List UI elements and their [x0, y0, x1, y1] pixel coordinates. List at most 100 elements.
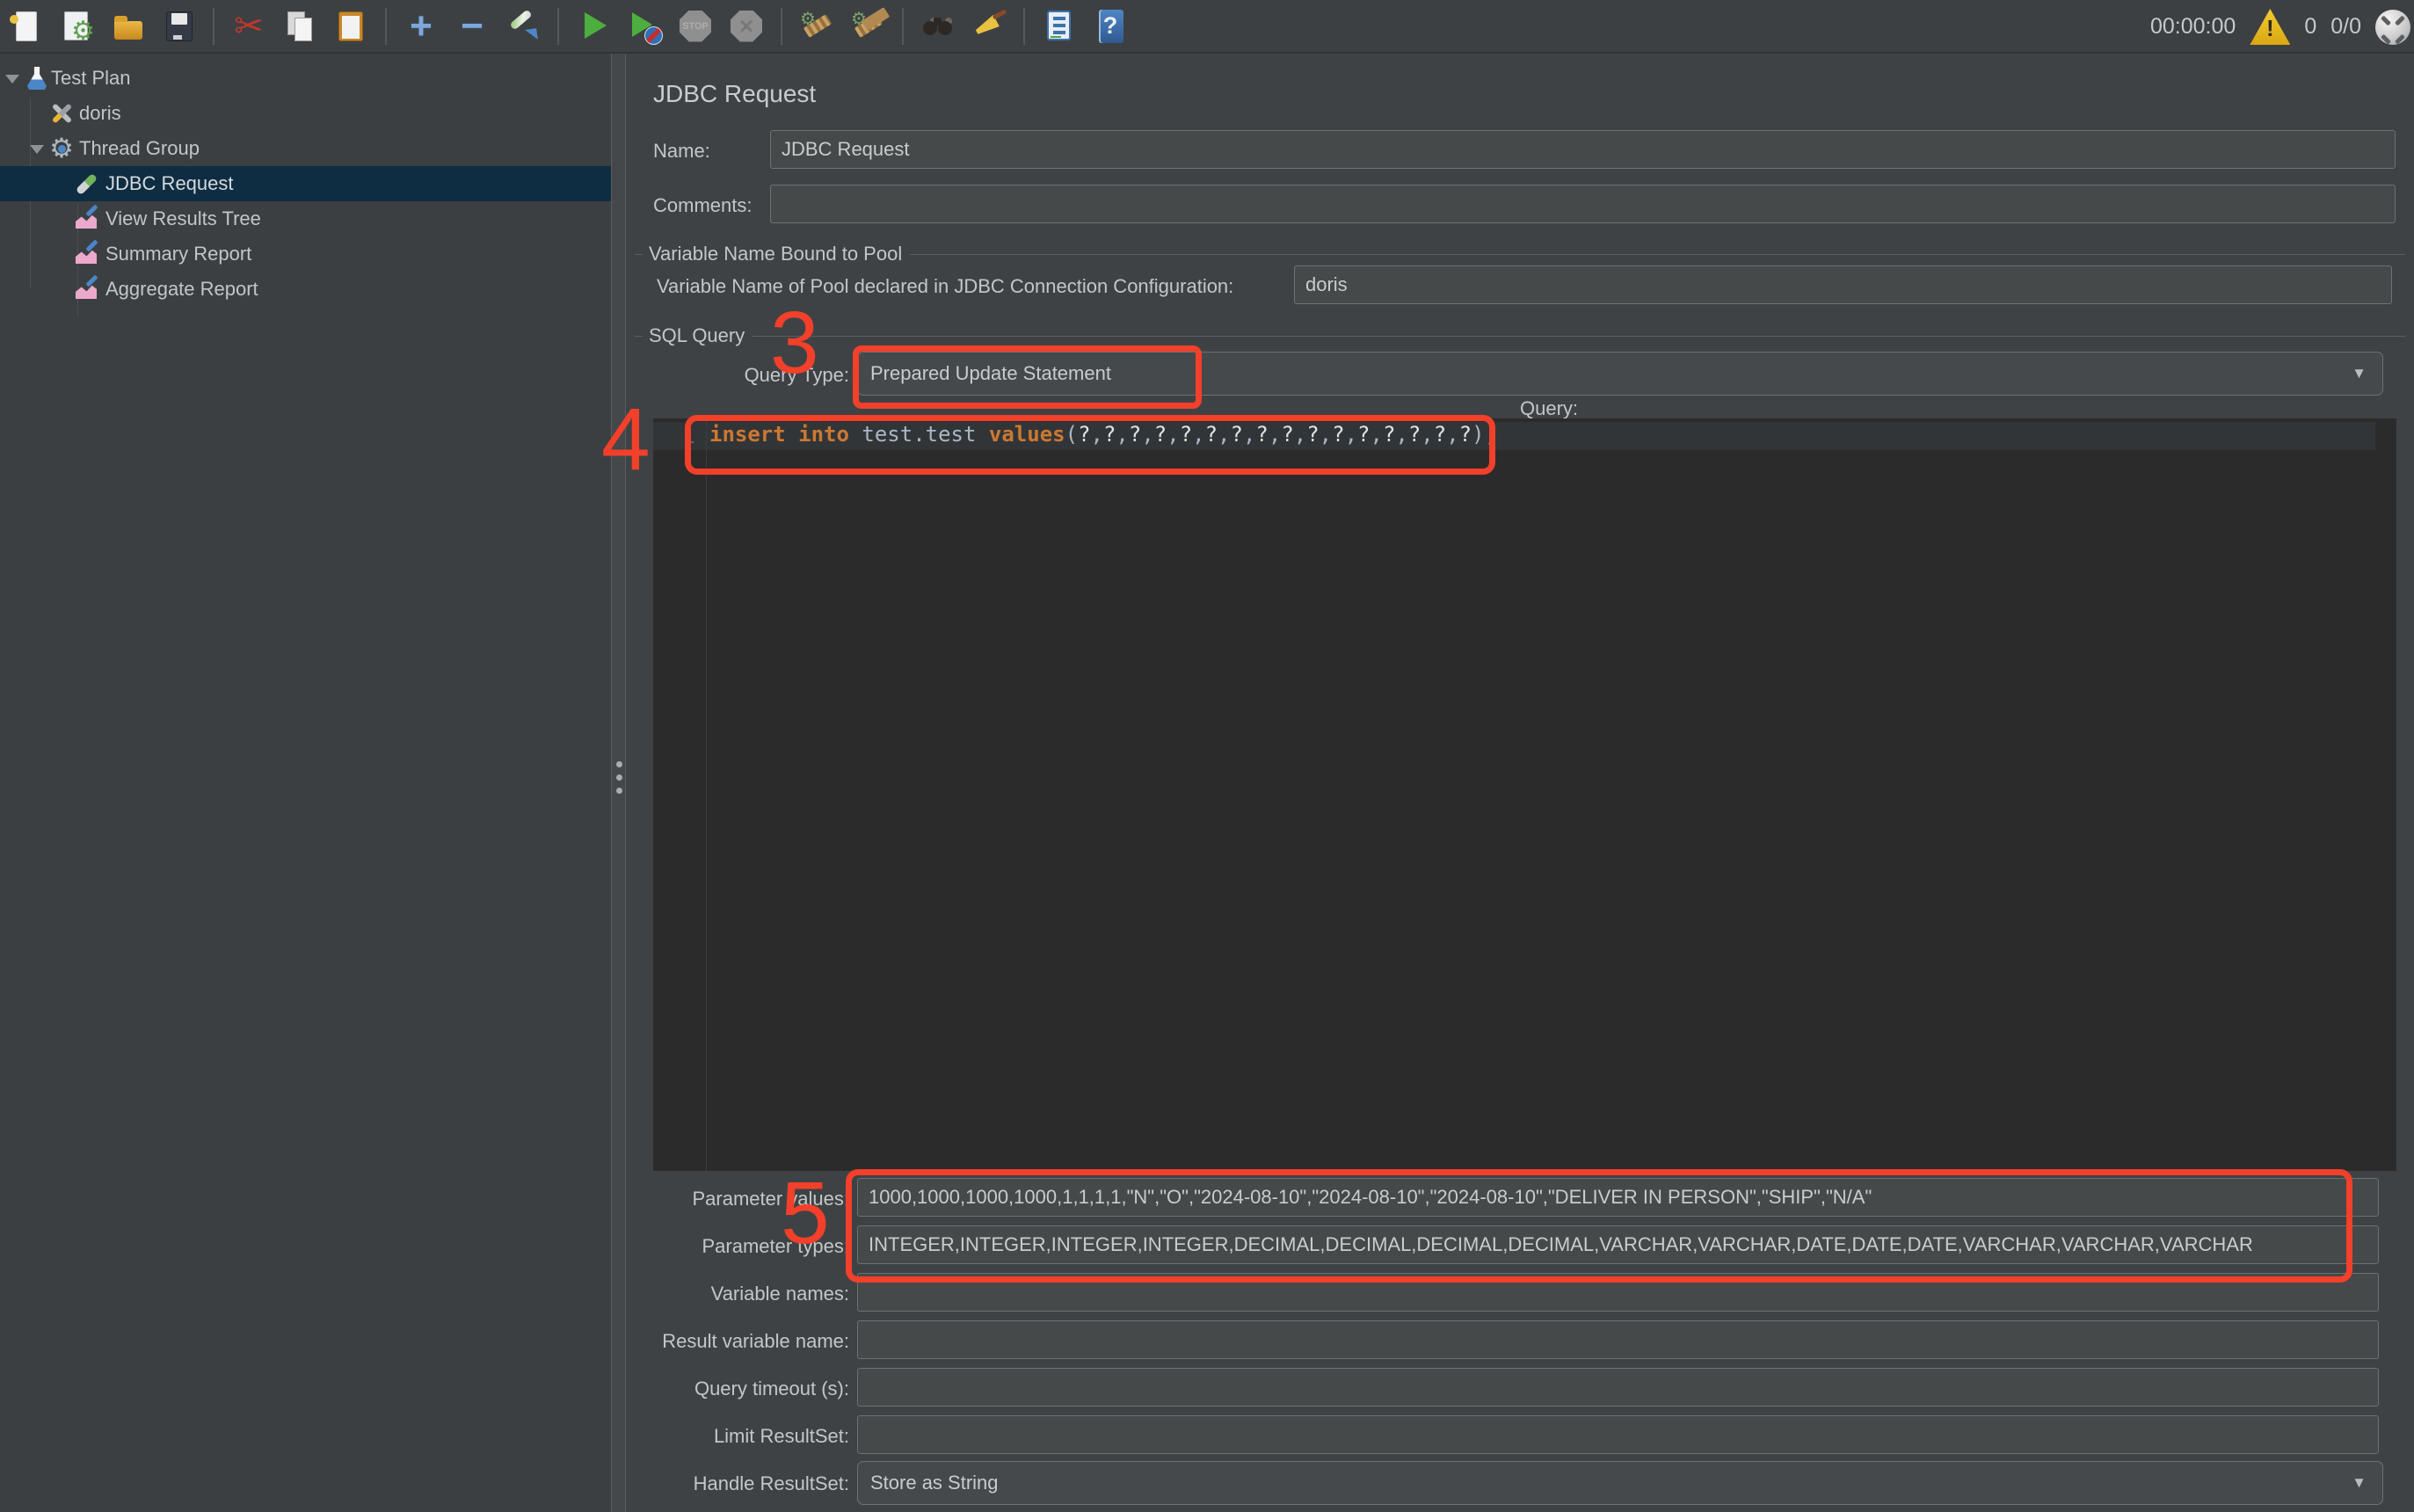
pool-variable-field[interactable]: doris [1294, 265, 2392, 304]
tree-item-aggregate-report[interactable]: Aggregate Report [0, 272, 611, 307]
clear-all-icon[interactable]: ⚙ [847, 4, 888, 48]
variable-names-label: Variable names: [653, 1283, 849, 1305]
toggle-icon[interactable] [503, 4, 543, 48]
pool-variable-label: Variable Name of Pool declared in JDBC C… [657, 275, 1233, 298]
save-icon[interactable] [158, 4, 199, 48]
annotation-box-parameters [846, 1169, 2352, 1283]
function-helper-icon[interactable] [1039, 4, 1080, 48]
gear-icon [49, 136, 74, 161]
jdbc-request-panel: JDBC Request Name: JDBC Request Comments… [626, 54, 2414, 1512]
name-label: Name: [653, 140, 710, 163]
toolbar-separator [557, 8, 559, 45]
expand-icon[interactable]: + [401, 4, 441, 48]
search-icon[interactable] [918, 4, 958, 48]
tree-item-label: JDBC Request [105, 166, 234, 201]
annotation-number-5: 5 [781, 1169, 830, 1257]
cut-icon[interactable]: ✂ [229, 4, 269, 48]
tree-item-label: View Results Tree [105, 201, 261, 236]
toolbar-separator [902, 8, 904, 45]
tree-item-test-plan[interactable]: Test Plan [0, 61, 611, 96]
clear-search-icon[interactable] [969, 4, 1009, 48]
copy-icon[interactable] [280, 4, 320, 48]
limit-resultset-field[interactable] [857, 1415, 2379, 1454]
cut-icon-glyph: ✂ [229, 4, 269, 48]
start-icon[interactable] [573, 4, 614, 48]
result-variable-name-label: Result variable name: [653, 1330, 849, 1353]
test-plan-tree: Test PlandorisThread GroupJDBC RequestVi… [0, 54, 611, 1512]
annotation-number-4: 4 [601, 396, 651, 483]
templates-icon[interactable]: ⚙ [56, 4, 97, 48]
collapse-icon[interactable]: − [452, 4, 492, 48]
stop-icon[interactable]: STOP [675, 4, 716, 48]
toolbar-separator [781, 8, 782, 45]
annotation-box-query [685, 415, 1495, 475]
thread-counts: 0/0 [2330, 14, 2361, 40]
toolbar-separator [213, 8, 214, 45]
warning-icon[interactable] [2250, 9, 2290, 45]
toolbar-separator [385, 8, 387, 45]
page-title: JDBC Request [653, 80, 816, 108]
toolbar: ⚙✂+−STOP×⚙⚙? [0, 0, 2414, 54]
pool-group-title: Variable Name Bound to Pool [635, 243, 2405, 265]
paste-icon[interactable] [331, 4, 371, 48]
annotation-box-query-type [853, 345, 1202, 409]
panel-splitter[interactable] [611, 54, 626, 1512]
chart-icon [74, 242, 98, 266]
tree-item-summary-report[interactable]: Summary Report [0, 236, 611, 272]
shutdown-icon[interactable]: × [726, 4, 767, 48]
sql-query-editor[interactable]: 1 insert into test.test values(?,?,?,?,?… [653, 418, 2396, 1171]
chevron-down-icon: ▼ [2352, 1462, 2367, 1504]
help-icon-glyph: ? [1090, 4, 1131, 48]
expand-icon-glyph: + [401, 4, 441, 48]
comments-field[interactable] [770, 185, 2396, 223]
editor-gutter [653, 418, 707, 1171]
warning-count: 0 [2304, 14, 2316, 40]
clear-all-icon-glyph: ⚙ [847, 4, 888, 48]
expander-icon[interactable] [5, 75, 19, 84]
run-indicator-icon [2375, 10, 2410, 45]
help-icon[interactable]: ? [1090, 4, 1131, 48]
handle-resultset-label: Handle ResultSet: [653, 1472, 849, 1495]
open-file-icon[interactable] [107, 4, 148, 48]
flask-icon [25, 66, 49, 91]
shutdown-icon-glyph: × [726, 4, 767, 48]
pipette-icon [74, 171, 98, 196]
stop-icon-glyph: STOP [675, 4, 716, 48]
chart-icon [74, 277, 98, 302]
elapsed-time: 00:00:00 [2150, 14, 2236, 40]
tree-item-thread-group[interactable]: Thread Group [0, 131, 611, 166]
chart-icon [74, 207, 98, 231]
tree-item-view-results-tree[interactable]: View Results Tree [0, 201, 611, 236]
toolbar-separator [1023, 8, 1025, 45]
comments-label: Comments: [653, 194, 752, 217]
tree-item-label: Aggregate Report [105, 272, 258, 307]
tree-item-doris[interactable]: doris [0, 96, 611, 131]
sql-query-group-title: SQL Query [635, 324, 2405, 347]
templates-icon-glyph: ⚙ [56, 4, 97, 48]
clear-icon-glyph: ⚙ [796, 4, 837, 48]
tree-item-label: Summary Report [105, 236, 251, 272]
status-cluster: 00:00:00 0 0/0 [2150, 0, 2410, 54]
clear-icon[interactable]: ⚙ [796, 4, 837, 48]
chevron-down-icon: ▼ [2352, 353, 2367, 395]
query-timeout-field[interactable] [857, 1368, 2379, 1407]
result-variable-name-field[interactable] [857, 1320, 2379, 1359]
new-file-icon[interactable] [5, 4, 46, 48]
wrench-screwdriver-icon [49, 101, 74, 126]
tree-item-label: Test Plan [51, 61, 131, 96]
tree-item-jdbc-request[interactable]: JDBC Request [0, 166, 611, 201]
splitter-grip-icon[interactable] [616, 761, 622, 767]
annotation-number-3: 3 [770, 299, 819, 387]
name-field[interactable]: JDBC Request [770, 130, 2396, 169]
query-label: Query: [1520, 397, 1578, 420]
query-timeout-label: Query timeout (s): [653, 1378, 849, 1400]
handle-resultset-dropdown[interactable]: Store as String ▼ [857, 1461, 2383, 1505]
tree-item-label: Thread Group [79, 131, 200, 166]
collapse-icon-glyph: − [452, 4, 492, 48]
limit-resultset-label: Limit ResultSet: [653, 1425, 849, 1448]
jmeter-window: ⚙✂+−STOP×⚙⚙? 00:00:00 0 0/0 Test Plandor… [0, 0, 2414, 1512]
query-type-label: Query Type: [653, 364, 849, 387]
expander-icon[interactable] [30, 145, 44, 154]
tree-item-label: doris [79, 96, 121, 131]
start-no-pauses-icon[interactable] [624, 4, 665, 48]
